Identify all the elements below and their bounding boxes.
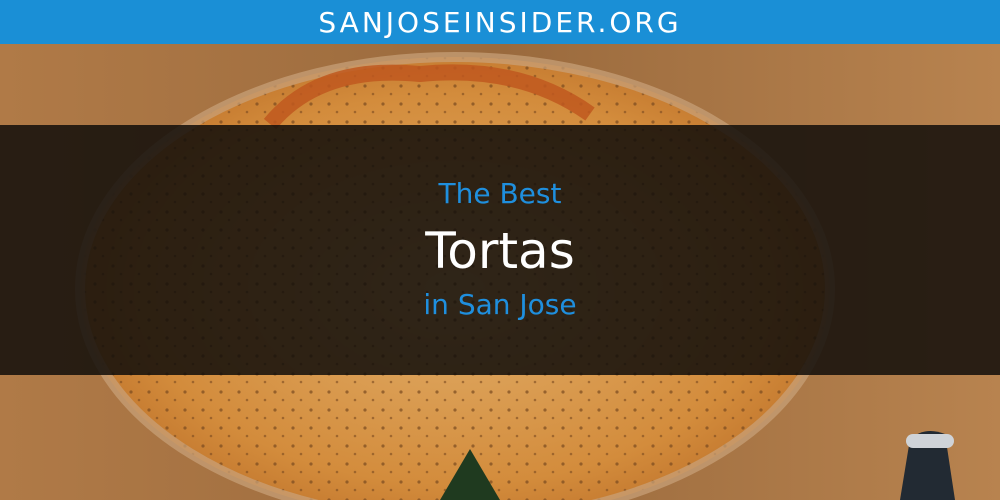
site-header: SANJOSEINSIDER.ORG [0,0,1000,44]
title-prefix: The Best [438,177,562,210]
title-suffix: in San Jose [423,288,577,321]
knife-handle [900,430,955,500]
hero-image-card: SANJOSEINSIDER.ORG The Best Tortas in Sa… [0,0,1000,500]
site-name: SANJOSEINSIDER.ORG [318,5,682,39]
title-main: Tortas [425,222,575,280]
